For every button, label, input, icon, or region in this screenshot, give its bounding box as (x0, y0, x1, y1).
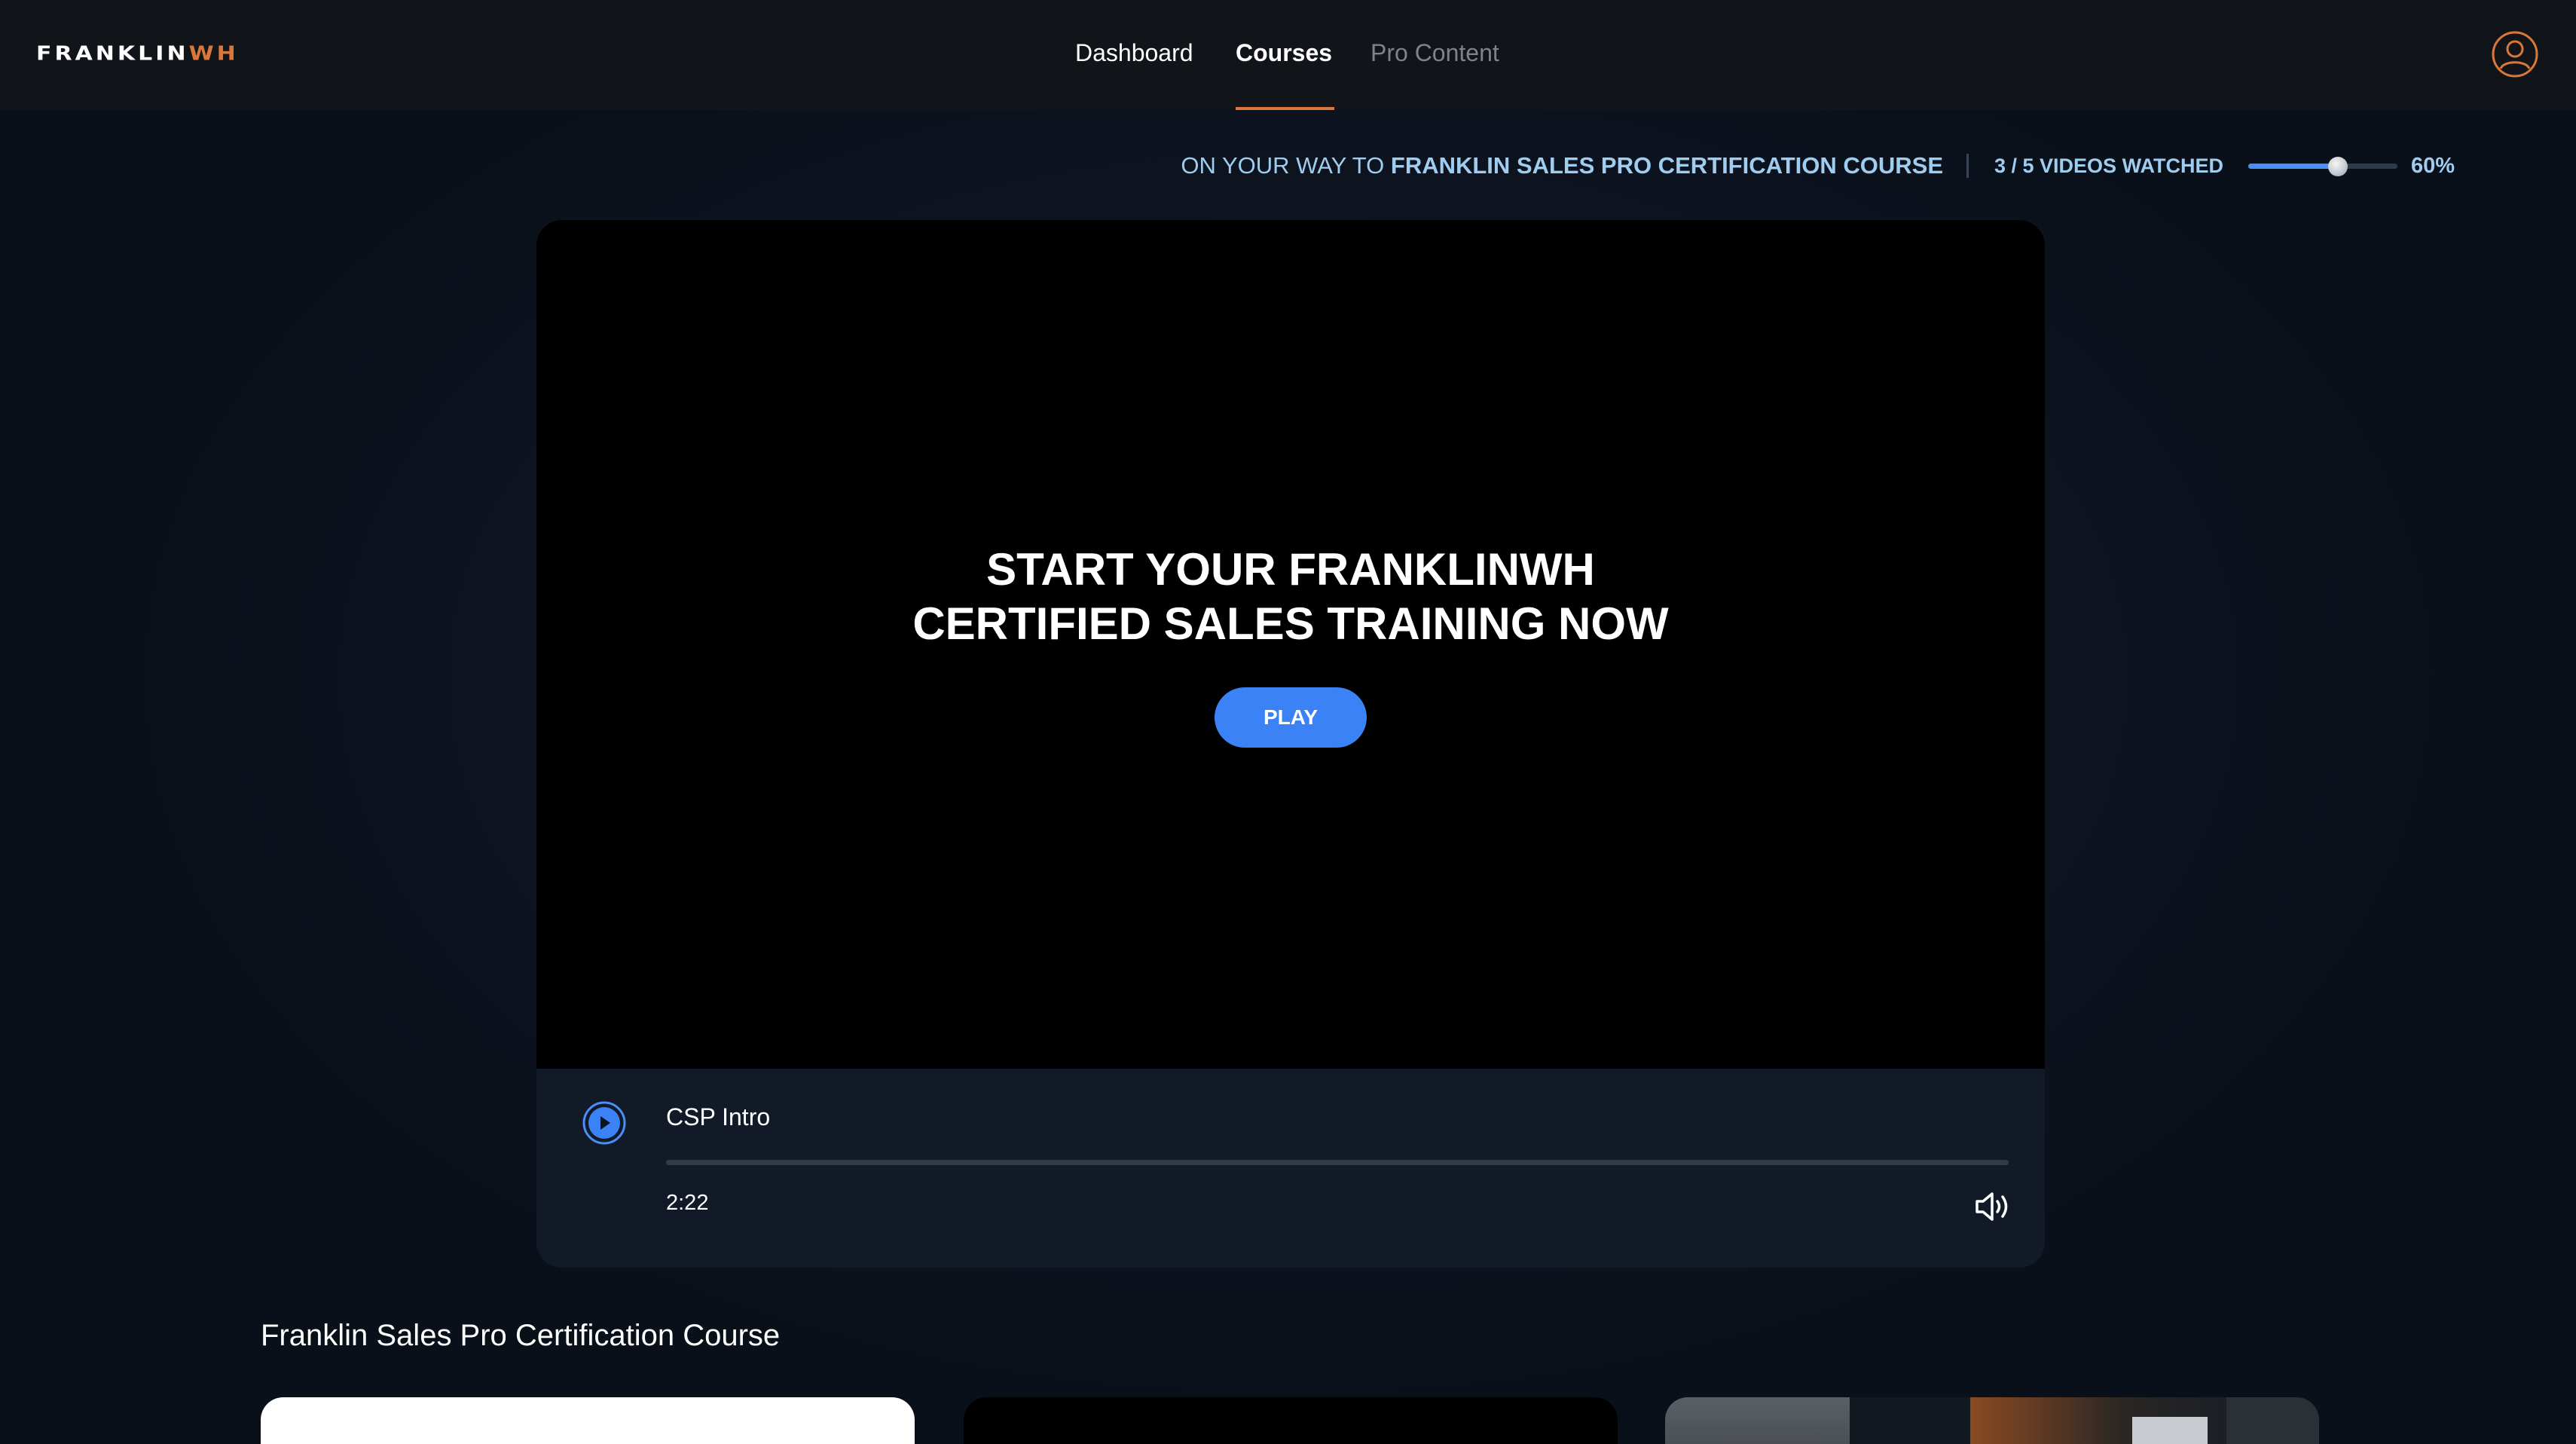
videos-watched-count: 3 / 5 VIDEOS WATCHED (1994, 154, 2224, 177)
course-card-2[interactable] (964, 1397, 1618, 1444)
course-section-title: Franklin Sales Pro Certification Course (261, 1319, 781, 1352)
progress-course-name[interactable]: FRANKLIN SALES PRO CERTIFICATION COURSE (1391, 152, 1943, 179)
nav-courses[interactable]: Courses (1236, 39, 1332, 67)
nav-dashboard[interactable]: Dashboard (1075, 39, 1193, 67)
page: FRANKLINWH Dashboard Courses Pro Content… (0, 0, 2576, 1444)
progress-course-text: ON YOUR WAY TO FRANKLIN SALES PRO CERTIF… (1181, 151, 1943, 181)
card-thumbnail-part (2226, 1397, 2319, 1444)
video-headline: START YOUR FRANKLINWH CERTIFIED SALES TR… (536, 543, 2045, 651)
progress-thumb[interactable] (2327, 157, 2348, 176)
video-seek-bar[interactable] (666, 1160, 2009, 1165)
course-progress-strip: ON YOUR WAY TO FRANKLIN SALES PRO CERTIF… (0, 151, 2576, 181)
card-thumbnail-part (2132, 1417, 2208, 1444)
course-card-1[interactable] (261, 1397, 915, 1444)
progress-track (2248, 157, 2397, 176)
progress-fill (2248, 164, 2338, 169)
video-title: CSP Intro (666, 1103, 771, 1130)
nav-active-indicator (1236, 107, 1334, 110)
video-area[interactable]: START YOUR FRANKLINWH CERTIFIED SALES TR… (536, 220, 2045, 1069)
top-bar: FRANKLINWH Dashboard Courses Pro Content (0, 0, 2576, 110)
progress-divider (1966, 154, 1969, 178)
volume-icon[interactable] (1972, 1188, 2015, 1225)
video-headline-line-1: START YOUR FRANKLINWH (986, 544, 1595, 595)
video-duration: 2:22 (666, 1191, 709, 1215)
video-player: START YOUR FRANKLINWH CERTIFIED SALES TR… (536, 220, 2045, 1268)
play-button[interactable]: PLAY (1215, 687, 1367, 748)
card-thumbnail-part (1665, 1397, 1850, 1444)
nav-pro-content[interactable]: Pro Content (1371, 39, 1499, 67)
play-circle-icon[interactable] (582, 1100, 627, 1146)
card-thumbnail-part (1850, 1397, 1970, 1444)
user-circle-icon[interactable] (2491, 30, 2539, 78)
progress-prefix: ON YOUR WAY TO (1181, 152, 1385, 179)
progress-percent: 60% (2411, 154, 2455, 178)
player-controls: CSP Intro 2:22 (536, 1069, 2045, 1268)
main-nav: Dashboard Courses Pro Content (0, 0, 2576, 110)
course-card-3[interactable] (1665, 1397, 2319, 1444)
video-headline-line-2: CERTIFIED SALES TRAINING NOW (912, 598, 1669, 649)
